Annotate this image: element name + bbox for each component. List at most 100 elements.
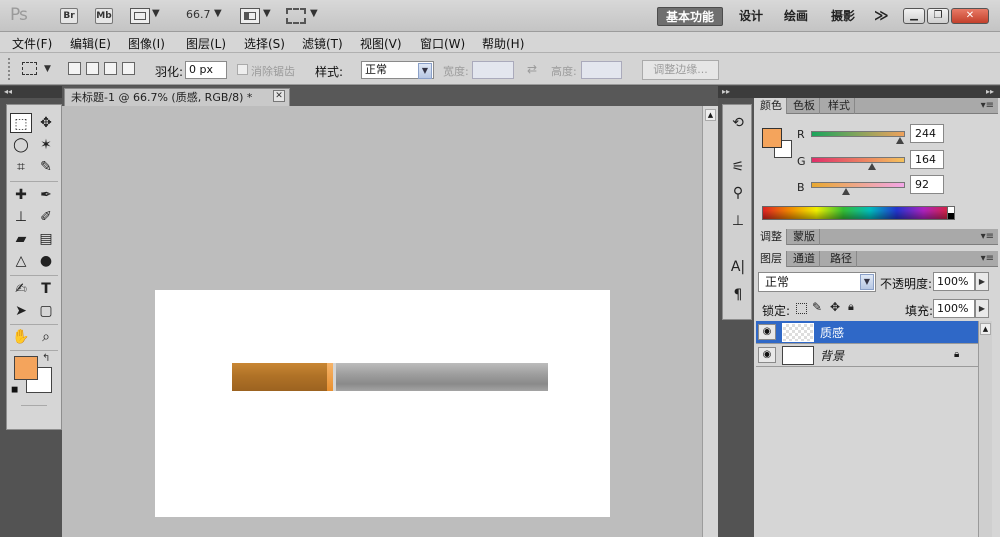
menu-select[interactable]: 选择(S) — [244, 35, 285, 52]
swap-icon[interactable]: ⇄ — [527, 62, 537, 76]
menu-layer[interactable]: 图层(L) — [186, 35, 226, 52]
color-panel-menu-icon[interactable]: ▾≡ — [981, 98, 994, 114]
close-window-icon[interactable]: ✕ — [951, 8, 989, 24]
view-extras-icon[interactable] — [130, 8, 150, 24]
height-input[interactable] — [581, 61, 622, 79]
character-panel-icon[interactable]: A| — [723, 255, 753, 279]
menu-edit[interactable]: 编辑(E) — [70, 35, 111, 52]
zoom-level[interactable]: 66.7 — [186, 8, 211, 21]
eyedropper-icon[interactable]: ✎ — [35, 157, 57, 177]
shape-tool-icon[interactable]: ▢ — [35, 301, 57, 321]
type-tool-icon[interactable]: T — [35, 279, 57, 299]
new-selection-icon[interactable] — [68, 62, 81, 75]
tab-layers[interactable]: 图层 — [756, 251, 787, 267]
menu-filter[interactable]: 滤镜(T) — [302, 35, 343, 52]
blend-mode-select[interactable]: 正常 ▼ — [758, 272, 876, 292]
move-tool-icon[interactable]: ✥ — [35, 113, 57, 133]
tab-styles[interactable]: 样式 — [824, 98, 855, 114]
add-to-selection-icon[interactable] — [86, 62, 99, 75]
more-workspaces-button[interactable]: ≫ — [868, 7, 895, 26]
subtract-selection-icon[interactable] — [104, 62, 117, 75]
history-brush-icon[interactable]: ✐ — [35, 207, 57, 227]
adjustments-panel-menu-icon[interactable]: ▾≡ — [981, 229, 994, 245]
layers-scroll-up-icon[interactable]: ▲ — [980, 323, 991, 335]
tab-adjustments[interactable]: 调整 — [756, 229, 787, 245]
menu-image[interactable]: 图像(I) — [128, 35, 165, 52]
blue-slider-thumb[interactable] — [842, 188, 850, 195]
blend-mode-dropdown-icon[interactable]: ▼ — [860, 274, 874, 290]
lock-all-icon[interactable]: 🔒︎ — [848, 300, 854, 314]
style-select[interactable]: 正常 ▼ — [361, 61, 434, 79]
dock-collapse-icon[interactable]: ▸▸ — [718, 86, 754, 98]
options-grip[interactable] — [8, 58, 12, 80]
gradient-tool-icon[interactable]: ▤ — [35, 229, 57, 249]
visibility-eye-icon[interactable]: ◉ — [758, 347, 776, 363]
style-dropdown-icon[interactable]: ▼ — [418, 63, 432, 79]
feather-input[interactable]: 0 px — [185, 61, 227, 79]
blue-slider[interactable] — [811, 182, 905, 195]
red-value-input[interactable]: 244 — [910, 124, 944, 143]
zoom-dropdown-icon[interactable]: ▼ — [214, 8, 222, 19]
menu-view[interactable]: 视图(V) — [360, 35, 402, 52]
fill-slider-icon[interactable]: ▶ — [975, 299, 989, 318]
tab-swatches[interactable]: 色板 — [789, 98, 820, 114]
antialias-checkbox[interactable] — [237, 64, 248, 75]
layer-name[interactable]: 质感 — [820, 324, 844, 341]
scroll-up-icon[interactable]: ▲ — [705, 109, 716, 121]
marquee-preset-icon[interactable] — [22, 62, 37, 75]
dodge-tool-icon[interactable]: ● — [35, 251, 57, 271]
healing-brush-icon[interactable]: ✚ — [10, 185, 32, 205]
screen-mode-icon[interactable] — [286, 8, 306, 24]
menu-help[interactable]: 帮助(H) — [482, 35, 524, 52]
preset-dropdown-icon[interactable]: ▼ — [44, 64, 51, 74]
layers-scrollbar[interactable]: ▲ — [978, 321, 992, 537]
brush-tool-icon[interactable]: ✒ — [35, 185, 57, 205]
layer-row[interactable]: ◉ 背景 🔒︎ — [756, 344, 978, 367]
eraser-tool-icon[interactable]: ▰ — [10, 229, 32, 249]
arrange-documents-icon[interactable] — [240, 8, 260, 24]
green-slider[interactable] — [811, 157, 905, 170]
close-document-icon[interactable]: ✕ — [273, 90, 285, 102]
tab-channels[interactable]: 通道 — [789, 251, 820, 267]
pen-tool-icon[interactable]: ✍ — [10, 279, 32, 299]
workspace-design[interactable]: 设计 — [733, 7, 769, 26]
hand-tool-icon[interactable]: ✋ — [10, 327, 32, 347]
workspace-photography[interactable]: 摄影 — [825, 7, 861, 26]
lock-position-icon[interactable]: ✥ — [830, 300, 840, 314]
lasso-tool-icon[interactable]: ◯ — [10, 135, 32, 155]
color-panel-foreground-swatch[interactable] — [762, 128, 782, 148]
foreground-color-swatch-top[interactable] — [14, 356, 38, 380]
view-extras-dropdown-icon[interactable]: ▼ — [152, 8, 160, 19]
paragraph-panel-icon[interactable]: ¶ — [723, 283, 753, 307]
clone-stamp-icon[interactable]: ⊥ — [10, 207, 32, 227]
red-slider-thumb[interactable] — [896, 137, 904, 144]
brush-presets-icon[interactable]: ⚟ — [723, 155, 753, 179]
width-input[interactable] — [472, 61, 514, 79]
rectangular-marquee-icon[interactable]: ⬚ — [10, 113, 32, 133]
panels-collapse-icon[interactable]: ▸▸ — [754, 86, 1000, 98]
document-canvas[interactable] — [155, 290, 610, 517]
lock-pixels-icon[interactable]: ✎ — [812, 300, 822, 314]
layer-row[interactable]: ◉ 质感 — [756, 321, 978, 344]
opacity-slider-icon[interactable]: ▶ — [975, 272, 989, 291]
default-colors-icon[interactable]: ◼ — [11, 385, 18, 395]
minimize-icon[interactable]: ▁ — [903, 8, 925, 24]
brush-panel-icon[interactable]: ⚲ — [723, 181, 753, 205]
minibridge-button[interactable]: Mb — [95, 8, 113, 24]
lock-transparency-icon[interactable] — [796, 303, 807, 314]
tab-paths[interactable]: 路径 — [826, 251, 857, 267]
intersect-selection-icon[interactable] — [122, 62, 135, 75]
document-tab[interactable]: 未标题-1 @ 66.7% (质感, RGB/8) * — [64, 88, 290, 106]
menu-window[interactable]: 窗口(W) — [420, 35, 465, 52]
tab-masks[interactable]: 蒙版 — [789, 229, 820, 245]
blur-tool-icon[interactable]: △ — [10, 251, 32, 271]
green-value-input[interactable]: 164 — [910, 150, 944, 169]
menu-file[interactable]: 文件(F) — [12, 35, 52, 52]
vertical-scrollbar[interactable]: ▲ — [702, 106, 718, 537]
black-white-ramp[interactable] — [947, 206, 955, 220]
workspace-essentials[interactable]: 基本功能 — [657, 7, 723, 26]
history-panel-icon[interactable]: ⟲ — [723, 111, 753, 135]
fill-input[interactable]: 100% — [933, 299, 975, 318]
tools-collapse-icon[interactable]: ◂◂ — [0, 86, 62, 98]
bridge-button[interactable]: Br — [60, 8, 78, 24]
